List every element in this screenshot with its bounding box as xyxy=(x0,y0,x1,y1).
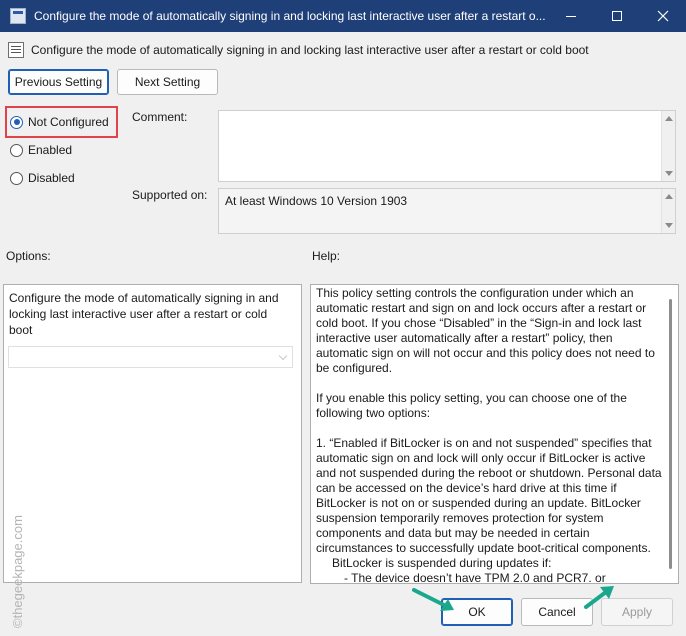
close-icon xyxy=(657,10,669,22)
help-paragraph: - The device doesn’t have TPM 2.0 and PC… xyxy=(344,571,606,582)
minimize-button[interactable] xyxy=(548,0,594,32)
supported-scrollbar[interactable] xyxy=(661,189,675,233)
radio-icon xyxy=(10,171,23,185)
title-bar: Configure the mode of automatically sign… xyxy=(0,0,686,32)
radio-enabled[interactable]: Enabled xyxy=(10,143,72,157)
window-title: Configure the mode of automatically sign… xyxy=(34,9,546,23)
close-button[interactable] xyxy=(640,0,686,32)
watermark-text: ©thegeekpage.com xyxy=(10,515,25,628)
chevron-down-icon xyxy=(278,351,288,361)
scroll-down-icon[interactable] xyxy=(665,223,673,228)
help-text: This policy setting controls the configu… xyxy=(316,286,662,582)
help-paragraph: BitLocker is suspended during updates if… xyxy=(332,556,552,570)
comment-textarea[interactable] xyxy=(218,110,676,182)
scroll-up-icon[interactable] xyxy=(665,194,673,199)
minimize-icon xyxy=(566,15,576,17)
options-description: Configure the mode of automatically sign… xyxy=(9,291,279,337)
comment-scrollbar[interactable] xyxy=(661,111,675,181)
arrow-annotation-icon xyxy=(584,586,614,609)
radio-icon xyxy=(10,143,23,157)
help-paragraph: This policy setting controls the configu… xyxy=(316,286,655,375)
comment-label: Comment: xyxy=(132,110,188,124)
help-scrollbar[interactable] xyxy=(664,285,678,583)
watermark: ©thegeekpage.com xyxy=(6,470,26,630)
arrow-annotation-icon xyxy=(412,588,454,611)
scrollbar-thumb[interactable] xyxy=(669,299,672,569)
supported-on-label: Supported on: xyxy=(132,188,208,202)
previous-setting-button[interactable]: Previous Setting xyxy=(8,69,109,95)
radio-not-configured[interactable]: Not Configured xyxy=(10,115,109,129)
app-icon xyxy=(10,8,26,24)
supported-on-field: At least Windows 10 Version 1903 xyxy=(218,188,676,234)
radio-disabled[interactable]: Disabled xyxy=(10,171,75,185)
maximize-icon xyxy=(612,11,622,21)
options-dropdown[interactable] xyxy=(8,346,293,368)
help-label: Help: xyxy=(312,249,341,263)
maximize-button[interactable] xyxy=(594,0,640,32)
scroll-up-icon[interactable] xyxy=(665,116,673,121)
radio-label: Disabled xyxy=(28,171,75,185)
radio-label: Not Configured xyxy=(28,115,109,129)
help-paragraph: If you enable this policy setting, you c… xyxy=(316,391,627,420)
options-label: Options: xyxy=(6,249,51,263)
radio-label: Enabled xyxy=(28,143,73,157)
next-setting-button[interactable]: Next Setting xyxy=(117,69,218,95)
help-paragraph: 1. “Enabled if BitLocker is on and not s… xyxy=(316,436,662,555)
radio-checked-icon xyxy=(10,115,23,129)
policy-heading: Configure the mode of automatically sign… xyxy=(8,42,589,58)
policy-title: Configure the mode of automatically sign… xyxy=(31,43,589,57)
supported-on-value: At least Windows 10 Version 1903 xyxy=(225,194,408,208)
scroll-down-icon[interactable] xyxy=(665,171,673,176)
policy-setting-icon xyxy=(8,42,24,58)
